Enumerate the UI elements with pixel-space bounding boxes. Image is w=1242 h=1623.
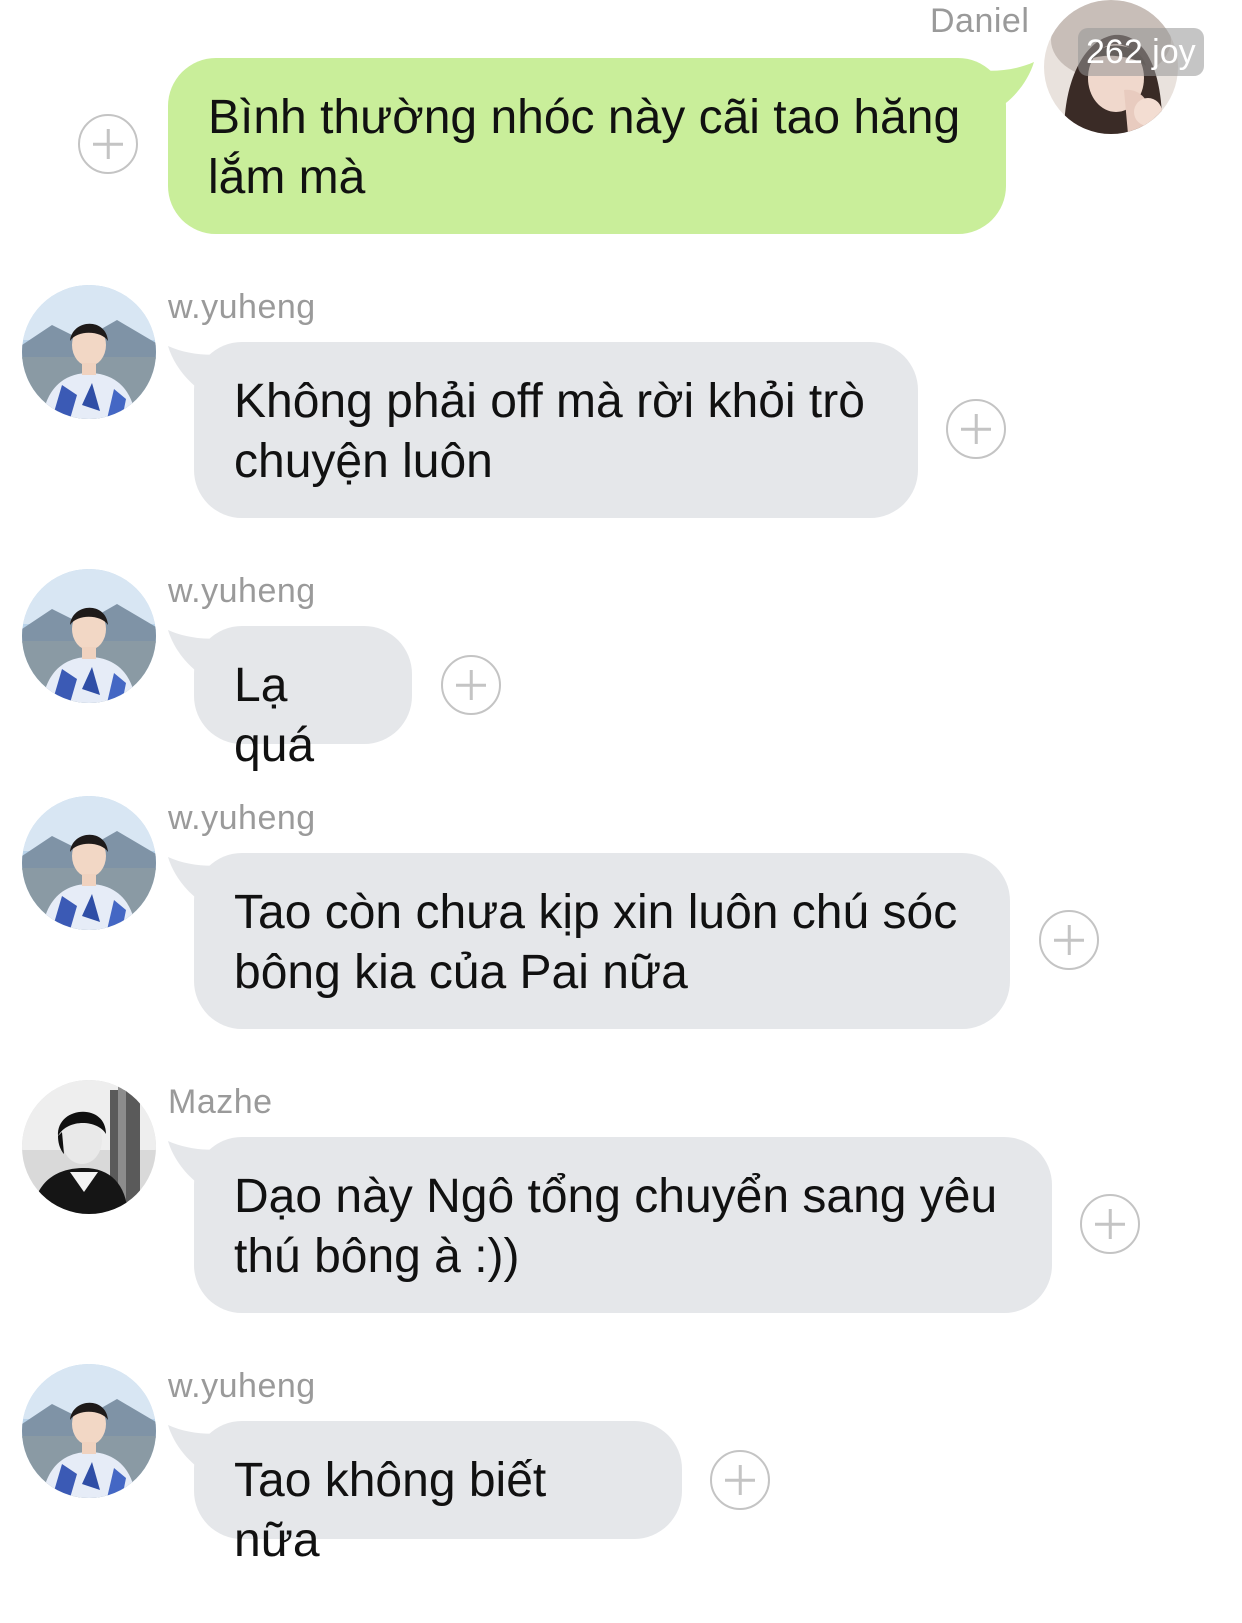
message-text: Bình thường nhóc này cãi tao hăng lắm mà bbox=[208, 91, 961, 204]
avatar-yuheng[interactable] bbox=[22, 285, 156, 419]
add-reaction-icon[interactable] bbox=[946, 399, 1006, 459]
avatar-mazhe[interactable] bbox=[22, 1080, 156, 1214]
sender-name: w.yuheng bbox=[168, 572, 316, 610]
message-bubble[interactable]: Dạo này Ngô tổng chuyển sang yêu thú bôn… bbox=[194, 1137, 1052, 1313]
message-bubble[interactable]: Tao không biết nữa bbox=[194, 1421, 682, 1567]
message-bubble[interactable]: Không phải off mà rời khỏi trò chuyện lu… bbox=[194, 342, 918, 518]
add-reaction-icon[interactable] bbox=[441, 655, 501, 715]
joy-badge: 262 joy bbox=[1078, 28, 1204, 76]
add-reaction-icon[interactable] bbox=[1080, 1194, 1140, 1254]
add-reaction-icon[interactable] bbox=[78, 114, 138, 174]
sender-name: Mazhe bbox=[168, 1083, 273, 1121]
message-text: Tao còn chưa kịp xin luôn chú sóc bông k… bbox=[234, 886, 958, 999]
avatar-yuheng[interactable] bbox=[22, 1364, 156, 1498]
sender-name: w.yuheng bbox=[168, 799, 316, 837]
add-reaction-icon[interactable] bbox=[1039, 910, 1099, 970]
add-reaction-icon[interactable] bbox=[710, 1450, 770, 1510]
sender-name-daniel: Daniel bbox=[930, 2, 1030, 40]
sender-name: w.yuheng bbox=[168, 288, 316, 326]
message-bubble[interactable]: Lạ quá bbox=[194, 626, 412, 772]
message-text: Tao không biết nữa bbox=[234, 1454, 547, 1567]
message-text: Không phải off mà rời khỏi trò chuyện lu… bbox=[234, 375, 865, 488]
sender-name: w.yuheng bbox=[168, 1367, 316, 1405]
message-bubble-outgoing[interactable]: Bình thường nhóc này cãi tao hăng lắm mà bbox=[168, 58, 1006, 234]
avatar-yuheng[interactable] bbox=[22, 796, 156, 930]
message-text: Dạo này Ngô tổng chuyển sang yêu thú bôn… bbox=[234, 1170, 998, 1283]
message-text: Lạ quá bbox=[234, 659, 315, 772]
avatar-yuheng[interactable] bbox=[22, 569, 156, 703]
message-bubble[interactable]: Tao còn chưa kịp xin luôn chú sóc bông k… bbox=[194, 853, 1010, 1029]
chat-thread: Daniel 262 joy Bình thường nhóc này cãi … bbox=[0, 0, 1242, 1623]
